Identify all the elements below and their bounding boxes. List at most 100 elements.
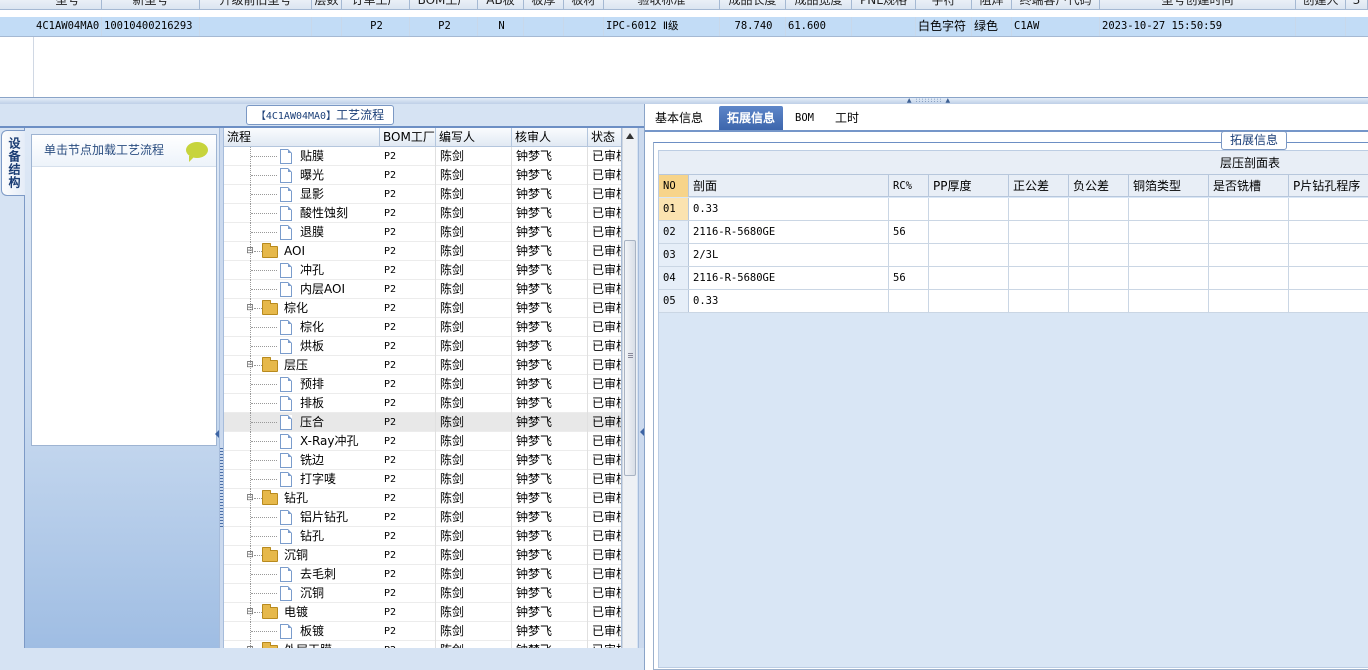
collapse-toggle-icon[interactable]: ⊟ [246,551,254,560]
cell-foil-type[interactable] [1129,290,1209,312]
cell-model[interactable]: 4C1AW04MA0 [34,17,102,36]
tab-extended-info[interactable]: 拓展信息 [719,106,784,130]
node-label[interactable]: AOI [284,242,305,261]
column-header[interactable]: 板厚 [524,0,564,10]
tree-row[interactable]: ⊟ 层压 P2陈剑钟梦飞已审核 [224,356,621,375]
column-header[interactable]: 3 [1346,0,1368,10]
scroll-thumb[interactable] [624,240,636,476]
cell-ab-board[interactable]: N [478,17,524,36]
node-label[interactable]: 电镀 [284,603,308,622]
cell-no[interactable]: 04 [659,267,689,289]
cell-milling-slot[interactable] [1209,244,1289,266]
cell-pp-thickness[interactable] [929,221,1009,243]
tab-work-hours[interactable]: 工时 [827,106,867,130]
cell-plus-tolerance[interactable] [1009,290,1069,312]
cell-p-drill-program[interactable] [1289,267,1368,289]
node-label[interactable]: 曝光 [300,166,324,185]
collapse-toggle-icon[interactable]: ⊟ [246,494,254,503]
cell-minus-tolerance[interactable] [1069,267,1129,289]
node-label[interactable]: 棕化 [300,318,324,337]
cell-no[interactable]: 03 [659,244,689,266]
cell-plus-tolerance[interactable] [1009,244,1069,266]
column-header[interactable]: PNL规格 [852,0,916,10]
collapse-arrow-icon[interactable] [215,430,219,438]
node-label[interactable]: 棕化 [284,299,308,318]
cell-plus-tolerance[interactable] [1009,198,1069,220]
cell-p-drill-program[interactable] [1289,198,1368,220]
column-header[interactable]: 阻焊 [972,0,1012,10]
cell-pp-thickness[interactable] [929,198,1009,220]
table-row[interactable]: 01 0.33 [659,198,1368,221]
node-label[interactable]: 层压 [284,356,308,375]
tree-row[interactable]: 钻孔 P2陈剑钟梦飞已审核 [224,527,621,546]
cell-character[interactable]: 白色字符 [916,17,972,36]
column-header[interactable]: 新型号 [102,0,200,10]
cell-no[interactable]: 01 [659,198,689,220]
column-header[interactable]: 订单工厂 [342,0,410,10]
node-label[interactable]: 退膜 [300,223,324,242]
col-plus-tolerance[interactable]: 正公差 [1009,175,1069,197]
node-label[interactable]: 钻孔 [300,527,324,546]
tree-row[interactable]: 显影 P2陈剑钟梦飞已审核 [224,185,621,204]
cell-layers[interactable] [312,17,342,36]
tree-row[interactable]: ⊟ AOI P2陈剑钟梦飞已审核 [224,242,621,261]
cell-milling-slot[interactable] [1209,198,1289,220]
cell-section[interactable]: 0.33 [689,290,889,312]
cell-section[interactable]: 2/3L [689,244,889,266]
cell-rc[interactable] [889,290,929,312]
tree-row[interactable]: 内层AOI P2陈剑钟梦飞已审核 [224,280,621,299]
node-label[interactable]: 显影 [300,185,324,204]
cell-rc[interactable] [889,244,929,266]
splitter-grip-icon[interactable]: ▲ ::::::::: ▲ [900,98,958,104]
node-label[interactable]: 铣边 [300,451,324,470]
node-label[interactable]: 内层AOI [300,280,345,299]
node-label[interactable]: 铝片钻孔 [300,508,348,527]
cell-rc[interactable]: 56 [889,267,929,289]
cell-p-drill-program[interactable] [1289,244,1368,266]
node-label[interactable]: 压合 [300,413,324,432]
cell-solder-mask[interactable]: 绿色 [972,17,1012,36]
cell-no[interactable]: 05 [659,290,689,312]
col-foil-type[interactable]: 铜箔类型 [1129,175,1209,197]
cell-new-model[interactable]: 10010400216293 [102,17,200,36]
tab-basic-info[interactable]: 基本信息 [647,106,711,130]
node-label[interactable]: 沉铜 [300,584,324,603]
header-reviewer[interactable]: 核审人 [512,128,588,147]
column-header[interactable]: 成品长度 [720,0,786,10]
collapse-toggle-icon[interactable]: ⊟ [246,608,254,617]
cell-foil-type[interactable] [1129,221,1209,243]
tree-row[interactable]: 退膜 P2陈剑钟梦飞已审核 [224,223,621,242]
node-label[interactable]: 酸性蚀刻 [300,204,348,223]
node-label[interactable]: 钻孔 [284,489,308,508]
tree-row[interactable]: ⊟ 棕化 P2陈剑钟梦飞已审核 [224,299,621,318]
tree-row[interactable]: 铣边 P2陈剑钟梦飞已审核 [224,451,621,470]
column-header[interactable]: AB板 [478,0,524,10]
node-label[interactable]: 打字唛 [300,470,336,489]
tree-row[interactable]: 去毛刺 P2陈剑钟梦飞已审核 [224,565,621,584]
header-flow[interactable]: 流程 [224,128,380,147]
scroll-up-icon[interactable] [626,133,634,139]
tab-equipment-structure[interactable]: 设备结构 [1,130,25,196]
tree-row[interactable]: 压合 P2陈剑钟梦飞已审核 [224,413,621,432]
tree-row[interactable]: 曝光 P2陈剑钟梦飞已审核 [224,166,621,185]
tree-row[interactable]: 冲孔 P2陈剑钟梦飞已审核 [224,261,621,280]
tree-row[interactable]: 预排 P2陈剑钟梦飞已审核 [224,375,621,394]
tree-scrollbar[interactable] [622,128,637,648]
node-label[interactable]: 板镀 [300,622,324,641]
node-label[interactable]: 排板 [300,394,324,413]
column-header[interactable]: 型号 [34,0,102,10]
col-rc[interactable]: RC% [889,175,929,197]
tree-row[interactable]: ⊟ 电镀 P2陈剑钟梦飞已审核 [224,603,621,622]
cell-minus-tolerance[interactable] [1069,221,1129,243]
col-minus-tolerance[interactable]: 负公差 [1069,175,1129,197]
cell-p-drill-program[interactable] [1289,221,1368,243]
cell-foil-type[interactable] [1129,244,1209,266]
cell-p-drill-program[interactable] [1289,290,1368,312]
cell-width[interactable]: 61.600 [786,17,852,36]
col-pp-thickness[interactable]: PP厚度 [929,175,1009,197]
col-p-drill-program[interactable]: P片钻孔程序 [1289,175,1368,197]
cell-minus-tolerance[interactable] [1069,244,1129,266]
node-label[interactable]: 贴膜 [300,147,324,166]
tree-row[interactable]: 板镀 P2陈剑钟梦飞已审核 [224,622,621,641]
cell-thickness[interactable] [524,17,564,36]
